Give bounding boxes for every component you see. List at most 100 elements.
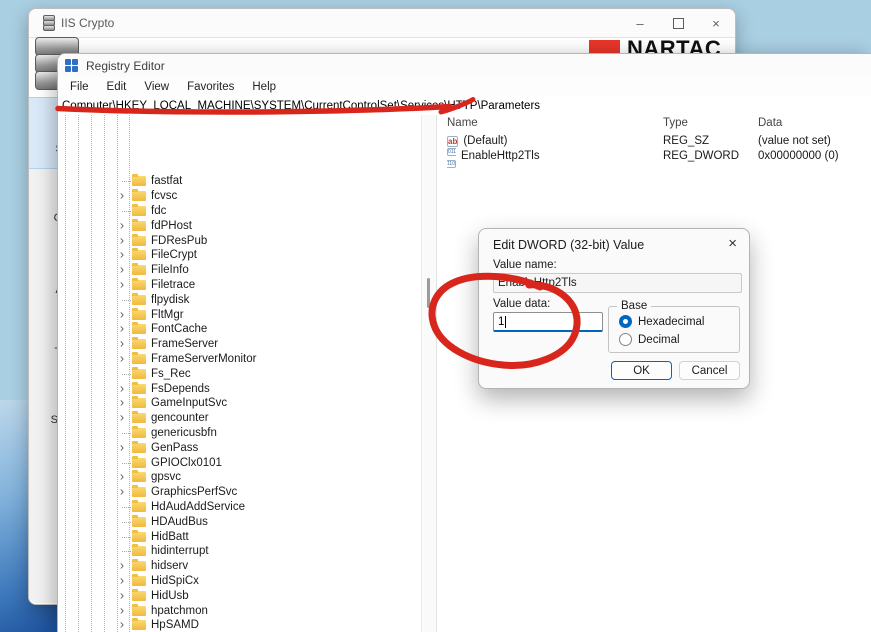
chevron-collapsed-icon[interactable]: › bbox=[116, 278, 128, 291]
folder-icon bbox=[132, 411, 146, 424]
tree-key-gpsvc[interactable]: › gpsvc bbox=[58, 470, 421, 485]
ok-button[interactable]: OK bbox=[611, 361, 672, 380]
column-header-name[interactable]: Name bbox=[447, 117, 478, 129]
column-header-data[interactable]: Data bbox=[758, 117, 782, 129]
menu-help[interactable]: Help bbox=[243, 81, 285, 93]
chevron-collapsed-icon[interactable]: › bbox=[116, 619, 128, 632]
folder-icon bbox=[132, 514, 146, 527]
tree-key-filetrace[interactable]: › Filetrace bbox=[58, 277, 421, 293]
chevron-collapsed-icon[interactable]: › bbox=[116, 471, 128, 484]
folder-icon bbox=[132, 174, 146, 187]
tree-key-label: HDAudBus bbox=[151, 515, 208, 528]
menu-favorites[interactable]: Favorites bbox=[178, 81, 243, 93]
tree-key-genpass[interactable]: › GenPass bbox=[58, 440, 421, 455]
tree-key-label: GPIOClx0101 bbox=[151, 456, 222, 469]
tree-key-fsdepends[interactable]: › FsDepends bbox=[58, 381, 421, 396]
decimal-radio-row[interactable]: Decimal bbox=[619, 333, 680, 346]
tree-key-label: FileCrypt bbox=[151, 249, 198, 262]
tree-scrollbar-thumb[interactable] bbox=[427, 278, 430, 308]
chevron-collapsed-icon[interactable]: › bbox=[116, 234, 128, 247]
chevron-collapsed-icon[interactable]: › bbox=[116, 485, 128, 498]
registry-address-bar[interactable]: Computer\HKEY_LOCAL_MACHINE\SYSTEM\Curre… bbox=[58, 96, 871, 116]
tree-key-graphicsperfsvc[interactable]: › GraphicsPerfSvc bbox=[58, 485, 421, 500]
tree-key-genericusbfn[interactable]: genericusbfn bbox=[58, 425, 421, 441]
tree-key-label: GameInputSvc bbox=[151, 397, 228, 410]
chevron-collapsed-icon[interactable]: › bbox=[116, 559, 128, 572]
cancel-button[interactable]: Cancel bbox=[679, 361, 740, 380]
tree-key-hidinterrupt[interactable]: hidinterrupt bbox=[58, 544, 421, 559]
chevron-collapsed-icon[interactable]: › bbox=[116, 352, 128, 365]
chevron-collapsed-icon[interactable]: › bbox=[116, 382, 128, 395]
chevron-collapsed-icon[interactable]: › bbox=[116, 308, 128, 321]
tree-key-hidserv[interactable]: › hidserv bbox=[58, 559, 421, 574]
tree-key-label: hidinterrupt bbox=[151, 545, 209, 558]
registry-address-path: Computer\HKEY_LOCAL_MACHINE\SYSTEM\Curre… bbox=[62, 99, 541, 112]
tree-key-gencounter[interactable]: › gencounter bbox=[58, 411, 421, 426]
tree-key-fltmgr[interactable]: › FltMgr bbox=[58, 307, 421, 322]
tree-key-hpatchmon[interactable]: › hpatchmon bbox=[58, 603, 421, 618]
base-groupbox: Base Hexadecimal Decimal bbox=[608, 300, 740, 353]
tree-key-gpioclx0101[interactable]: GPIOClx0101 bbox=[58, 455, 421, 470]
tree-scrollbar[interactable] bbox=[421, 115, 437, 632]
tree-key-hdaudbus[interactable]: HDAudBus bbox=[58, 514, 421, 529]
chevron-collapsed-icon[interactable]: › bbox=[116, 441, 128, 454]
value-data-input[interactable]: 1 bbox=[493, 312, 603, 332]
tree-connector bbox=[122, 462, 131, 464]
chevron-collapsed-icon[interactable]: › bbox=[116, 604, 128, 617]
value-name-field[interactable]: EnableHttp2Tls bbox=[493, 273, 742, 293]
tree-key-label: FrameServerMonitor bbox=[151, 352, 257, 365]
tree-key-fontcache[interactable]: › FontCache bbox=[58, 322, 421, 337]
folder-icon bbox=[132, 396, 146, 409]
tree-connector bbox=[122, 536, 131, 538]
maximize-icon[interactable] bbox=[659, 9, 697, 37]
tree-key-label: FltMgr bbox=[151, 308, 184, 321]
chevron-collapsed-icon[interactable]: › bbox=[116, 397, 128, 410]
tree-key-fs_rec[interactable]: Fs_Rec bbox=[58, 366, 421, 381]
menu-view[interactable]: View bbox=[135, 81, 178, 93]
tree-key-label: FileInfo bbox=[151, 264, 189, 277]
tree-key-frameserver[interactable]: › FrameServer bbox=[58, 337, 421, 352]
chevron-collapsed-icon[interactable]: › bbox=[116, 263, 128, 276]
tree-key-hidspicx[interactable]: › HidSpiCx bbox=[58, 573, 421, 589]
tree-key-label: fdc bbox=[151, 204, 167, 217]
chevron-collapsed-icon[interactable]: › bbox=[116, 323, 128, 336]
chevron-collapsed-icon[interactable]: › bbox=[116, 574, 128, 587]
base-group-label: Base bbox=[617, 300, 652, 312]
folder-icon bbox=[132, 277, 146, 290]
chevron-collapsed-icon[interactable]: › bbox=[116, 337, 128, 350]
chevron-collapsed-icon[interactable]: › bbox=[116, 219, 128, 232]
tree-key-flpydisk[interactable]: flpydisk bbox=[58, 292, 421, 307]
tree-key-fdc[interactable]: fdc bbox=[58, 203, 421, 219]
value-row-enablehttp2tls[interactable]: 011 110 EnableHttp2Tls REG_DWORD 0x00000000 … bbox=[437, 148, 871, 169]
close-icon[interactable]: × bbox=[697, 9, 735, 37]
menu-file[interactable]: File bbox=[61, 81, 98, 93]
tree-key-gameinputsvc[interactable]: › GameInputSvc bbox=[58, 396, 421, 411]
tree-key-fastfat[interactable]: fastfat bbox=[58, 174, 421, 189]
menu-edit[interactable]: Edit bbox=[98, 81, 136, 93]
chevron-collapsed-icon[interactable]: › bbox=[116, 249, 128, 262]
dialog-close-icon[interactable]: × bbox=[728, 235, 737, 253]
registry-tree-pane: fastfat › fcvsc fdc › fdPHost › FDResPub › FileCr… bbox=[58, 115, 421, 632]
hexadecimal-radio-row[interactable]: Hexadecimal bbox=[619, 315, 704, 328]
chevron-collapsed-icon[interactable]: › bbox=[116, 189, 128, 202]
decimal-radio[interactable] bbox=[619, 333, 632, 346]
tree-key-hidusb[interactable]: › HidUsb bbox=[58, 588, 421, 603]
tree-key-frameservermonitor[interactable]: › FrameServerMonitor bbox=[58, 351, 421, 367]
tree-key-hidbatt[interactable]: HidBatt bbox=[58, 529, 421, 544]
folder-icon bbox=[132, 248, 146, 261]
tree-connector bbox=[122, 210, 131, 212]
tree-key-hdaudaddservice[interactable]: HdAudAddService bbox=[58, 499, 421, 515]
folder-icon bbox=[132, 322, 146, 335]
chevron-collapsed-icon[interactable]: › bbox=[116, 411, 128, 424]
hexadecimal-radio[interactable] bbox=[619, 315, 632, 328]
tree-key-filecrypt[interactable]: › FileCrypt bbox=[58, 248, 421, 263]
chevron-collapsed-icon[interactable]: › bbox=[116, 589, 128, 602]
registry-editor-app-icon bbox=[65, 59, 78, 72]
tree-key-fileinfo[interactable]: › FileInfo bbox=[58, 263, 421, 278]
tree-key-fdphost[interactable]: › fdPHost bbox=[58, 218, 421, 233]
minimize-icon[interactable]: – bbox=[621, 9, 659, 37]
tree-key-hpsamd[interactable]: › HpSAMD bbox=[58, 618, 421, 632]
tree-key-fdrespub[interactable]: › FDResPub bbox=[58, 233, 421, 248]
tree-key-fcvsc[interactable]: › fcvsc bbox=[58, 189, 421, 204]
column-header-type[interactable]: Type bbox=[663, 117, 688, 129]
